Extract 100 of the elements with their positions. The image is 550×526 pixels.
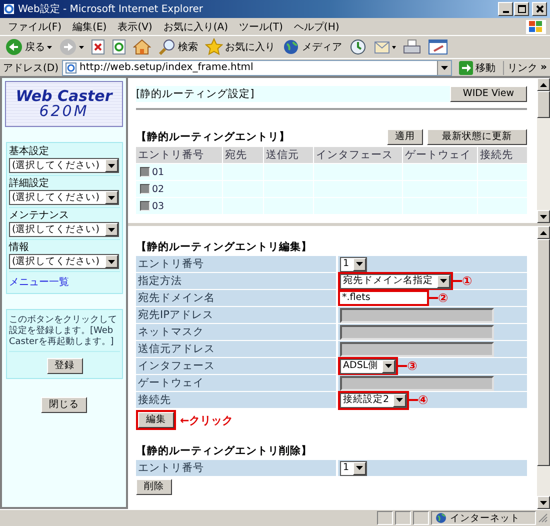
dropdown[interactable]: 1 bbox=[340, 256, 368, 272]
dropdown[interactable]: 接続設定2 bbox=[340, 392, 408, 408]
go-button[interactable]: 移動 bbox=[454, 60, 500, 74]
status-pane bbox=[413, 511, 429, 525]
entry-number: 02 bbox=[152, 184, 164, 194]
caret-icon bbox=[47, 46, 52, 48]
zone-label: インターネット bbox=[450, 512, 520, 524]
column-header: 宛先 bbox=[223, 147, 263, 163]
input-field[interactable]: *.flets bbox=[340, 292, 427, 304]
apply-button[interactable]: 適用 bbox=[387, 129, 423, 145]
stop-icon bbox=[91, 39, 105, 55]
scroll-thumb[interactable] bbox=[537, 239, 550, 466]
page-title: [静的ルーティング設定] bbox=[136, 87, 254, 101]
globe-icon bbox=[435, 512, 447, 524]
wide-view-button[interactable]: WIDE View bbox=[450, 86, 527, 102]
up-arrow-icon bbox=[540, 82, 547, 86]
toolbar-button[interactable]: お気に入り bbox=[203, 38, 277, 56]
down-arrow-icon bbox=[440, 279, 447, 283]
menu-label: 情報 bbox=[9, 242, 30, 254]
dropdown[interactable]: (選択してください) bbox=[9, 190, 119, 205]
toolbar-button[interactable] bbox=[89, 39, 107, 55]
section-title: 【静的ルーティングエントリ削除】 bbox=[136, 444, 313, 458]
field-label: エントリ番号 bbox=[136, 256, 336, 272]
click-annotation: ←クリック bbox=[180, 412, 234, 428]
checkbox[interactable] bbox=[140, 201, 150, 211]
address-field[interactable]: http://web.setup/index_frame.html bbox=[62, 60, 452, 76]
close-icon bbox=[536, 5, 544, 13]
menu-item[interactable]: ツール(T) bbox=[235, 20, 290, 34]
toolbar-button[interactable] bbox=[372, 39, 398, 55]
delete-button[interactable]: 削除 bbox=[136, 479, 172, 495]
links-button[interactable]: リンク bbox=[502, 60, 538, 74]
instruction-text: このボタンをクリックして設定を登録します。[Web Casterを再起動します。] bbox=[9, 315, 118, 348]
field-label: ゲートウェイ bbox=[136, 375, 336, 391]
column-header: ゲートウェイ bbox=[403, 147, 477, 163]
scrollbar[interactable] bbox=[537, 226, 550, 509]
down-arrow-icon bbox=[108, 260, 115, 264]
more-chevron[interactable]: » bbox=[540, 62, 547, 73]
close-button[interactable] bbox=[532, 2, 547, 16]
menu-list-link[interactable]: メニュー一覧 bbox=[9, 272, 120, 289]
dropdown[interactable]: (選択してください) bbox=[9, 254, 119, 269]
checkbox[interactable] bbox=[140, 184, 150, 194]
callout-number: ④ bbox=[418, 394, 428, 406]
entry-number: 01 bbox=[152, 166, 164, 178]
menu-item[interactable]: 編集(E) bbox=[68, 20, 114, 34]
table-cell bbox=[264, 164, 313, 180]
edit-button[interactable]: 編集 bbox=[138, 412, 174, 428]
down-arrow-icon bbox=[356, 262, 364, 266]
down-arrow-icon bbox=[540, 214, 547, 218]
home-icon bbox=[133, 39, 151, 55]
toolbar-button[interactable] bbox=[426, 39, 450, 55]
checkbox[interactable] bbox=[140, 167, 150, 177]
maximize-button[interactable] bbox=[514, 2, 529, 16]
close-button[interactable]: 閉じる bbox=[41, 397, 87, 413]
down-arrow-icon bbox=[385, 364, 392, 368]
logo: Web Caster 620M bbox=[5, 81, 123, 127]
menu-label: 詳細設定 bbox=[9, 178, 50, 190]
printer-icon bbox=[403, 39, 421, 55]
menu-item[interactable]: お気に入り(A) bbox=[159, 20, 235, 34]
field-label: ネットマスク bbox=[136, 324, 336, 340]
menu-label: 基本設定 bbox=[9, 146, 50, 158]
browser-icon bbox=[3, 3, 15, 15]
menu-item[interactable]: ヘルプ(H) bbox=[290, 20, 346, 34]
toolbar-button[interactable]: 戻る bbox=[3, 38, 54, 56]
dropdown[interactable]: 宛先ドメイン名指定 bbox=[340, 274, 451, 288]
up-arrow-icon bbox=[540, 230, 547, 234]
mail-icon bbox=[374, 39, 396, 55]
field-label: 送信元アドレス bbox=[136, 341, 336, 357]
toolbar-button[interactable] bbox=[131, 39, 153, 55]
status-pane bbox=[395, 511, 411, 525]
table-cell bbox=[478, 164, 527, 180]
down-arrow-icon bbox=[540, 500, 547, 504]
callout-number: ③ bbox=[407, 360, 418, 372]
down-arrow-icon bbox=[396, 398, 404, 402]
menu-item[interactable]: ファイル(F) bbox=[4, 20, 69, 34]
refresh-button[interactable]: 最新状態に更新 bbox=[427, 129, 527, 145]
page-icon bbox=[64, 62, 77, 74]
dropdown[interactable]: 1 bbox=[340, 460, 368, 476]
scrollbar[interactable] bbox=[537, 78, 550, 223]
toolbar-button[interactable]: メディア bbox=[280, 38, 344, 56]
scroll-thumb[interactable] bbox=[537, 91, 550, 118]
minimize-button[interactable] bbox=[498, 2, 513, 16]
column-header: インタフェース bbox=[314, 147, 402, 163]
menu-item[interactable]: 表示(V) bbox=[114, 20, 160, 34]
callout-number: ② bbox=[438, 292, 448, 304]
search-icon bbox=[158, 38, 176, 56]
window-title: Web設定 - Microsoft Internet Explorer bbox=[18, 2, 204, 16]
toolbar-button[interactable]: 検索 bbox=[156, 38, 200, 56]
toolbar-button[interactable] bbox=[401, 39, 423, 55]
register-button[interactable]: 登録 bbox=[46, 358, 82, 374]
down-arrow-icon bbox=[108, 164, 115, 168]
down-arrow-icon bbox=[440, 66, 448, 70]
dropdown[interactable]: (選択してください) bbox=[9, 222, 119, 237]
document-edit-icon bbox=[428, 39, 448, 55]
field-label: 接続先 bbox=[136, 392, 336, 408]
field-label: 指定方法 bbox=[136, 273, 336, 289]
toolbar-button[interactable] bbox=[110, 39, 128, 55]
dropdown[interactable]: ADSL側 bbox=[340, 358, 396, 374]
history-icon bbox=[349, 38, 367, 56]
address-label: アドレス(D) bbox=[3, 62, 59, 74]
dropdown[interactable]: (選択してください) bbox=[9, 158, 119, 173]
